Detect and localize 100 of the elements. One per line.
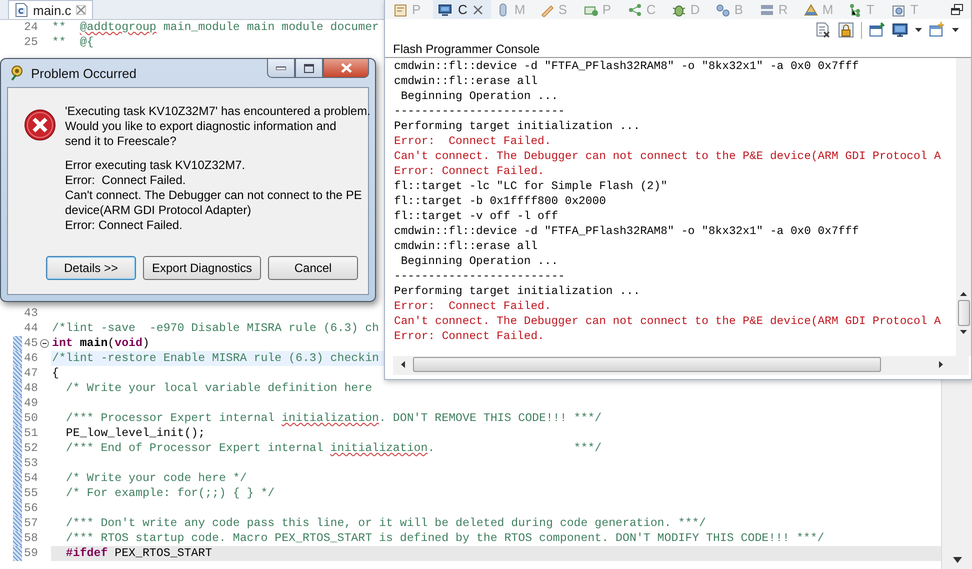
console-line: cmdwin::fl::device -d "FTFA_PFlash32RAM8" -o "8kx32x1" -a 0x0 0x7fff xyxy=(394,60,860,75)
editor-tab[interactable]: main.c xyxy=(8,0,94,19)
scrollbar-thumb[interactable] xyxy=(413,357,881,372)
line-number: 45 xyxy=(24,336,39,351)
console-line: ------------------------- xyxy=(394,270,566,285)
error-line: Error: Connect Failed. xyxy=(394,330,546,345)
view-icon xyxy=(394,2,408,16)
line-number: 56 xyxy=(24,501,39,516)
code-line: int main(void) xyxy=(51,336,150,351)
code-line: /*** Don't write any code pass this line, or it will be deleted during code generation. ***/ xyxy=(64,516,706,531)
scrollbar-thumb[interactable] xyxy=(958,300,970,326)
line-number: 55 xyxy=(24,486,39,501)
down-arrow-icon[interactable] xyxy=(960,330,967,334)
console-line: Beginning Operation ... xyxy=(400,90,560,105)
view-tab[interactable]: T xyxy=(843,0,888,19)
close-icon[interactable] xyxy=(76,5,86,15)
minimize-button[interactable] xyxy=(267,59,295,78)
error-line: Error: Connect Failed. xyxy=(394,300,552,315)
line-number: 49 xyxy=(24,396,39,411)
view-icon xyxy=(716,2,730,16)
close-icon xyxy=(340,63,352,73)
view-tab[interactable]: C xyxy=(433,0,492,19)
code-line: /*** RTOS startup code. Macro PEX_RTOS_START is defined by the RTOS component. DON'T MODIFY THIS CODE!!! ***/ xyxy=(64,531,824,546)
down-arrow-icon[interactable] xyxy=(952,557,962,563)
collapse-icon[interactable] xyxy=(40,339,49,348)
code-line: /*** End of Processor Expert internal initialization. ***/ xyxy=(64,441,602,456)
error-line: Can't connect. The Debugger can not connect to the P&E device(ARM GDI Protocol A xyxy=(394,150,942,165)
console-line: Performing target initialization ... xyxy=(394,285,642,300)
app-icon xyxy=(9,65,25,81)
line-number: 47 xyxy=(24,366,39,381)
close-button[interactable] xyxy=(323,59,369,78)
code-line: ** @addtogroup main_module main module documer xyxy=(51,20,380,35)
line-number: 54 xyxy=(24,471,39,486)
console-line: fl::target -b 0x1ffff800 0x2000 xyxy=(394,195,607,210)
error-details: Error executing task KV10Z32M7. Error: Connect Failed. Can't connect. The Debugger can not connect to the PE device(ARM GDI Protocol Adapter) Error: Connect Failed. xyxy=(65,158,363,233)
view-icon xyxy=(438,2,452,16)
minimize-icon xyxy=(276,66,286,70)
caret-icon[interactable] xyxy=(952,28,959,32)
view-tab[interactable]: B xyxy=(711,0,756,19)
error-icon xyxy=(24,109,56,141)
code-line: /* Write your code here */ xyxy=(64,471,247,486)
dialog-button[interactable]: Cancel xyxy=(268,256,358,280)
dialog-title: Problem Occurred xyxy=(31,66,136,80)
error-line: Error: Connect Failed. xyxy=(394,165,546,180)
code-line: { xyxy=(51,366,59,381)
lock-icon[interactable] xyxy=(838,22,854,38)
new-window-icon[interactable] xyxy=(929,22,945,38)
dialog-button[interactable]: Export Diagnostics xyxy=(143,256,262,280)
view-icon xyxy=(848,2,862,16)
view-icon xyxy=(892,2,906,16)
vertical-scrollbar[interactable] xyxy=(956,58,971,356)
dialog-button[interactable]: Details >> xyxy=(46,256,136,280)
line-number: 43 xyxy=(24,306,39,321)
view-icon xyxy=(540,2,554,16)
view-tab[interactable]: C xyxy=(623,0,668,19)
code-line: ** @{ xyxy=(51,35,94,50)
console-line: Performing target initialization ... xyxy=(394,120,642,135)
left-arrow-icon[interactable] xyxy=(401,361,405,368)
view-icon xyxy=(804,2,818,16)
maximize-icon xyxy=(304,64,314,72)
line-number: 46 xyxy=(24,351,39,366)
clear-document-icon[interactable] xyxy=(815,22,831,38)
view-icon xyxy=(628,2,642,16)
close-icon[interactable] xyxy=(473,4,484,14)
monitor-icon[interactable] xyxy=(892,22,908,38)
right-arrow-icon[interactable] xyxy=(939,361,943,368)
horizontal-scrollbar[interactable] xyxy=(393,356,969,375)
vertical-scrollbar[interactable] xyxy=(941,380,972,569)
line-number: 51 xyxy=(24,426,39,441)
view-tab[interactable]: R xyxy=(755,0,800,19)
view-tab[interactable]: S xyxy=(535,0,580,19)
console-line: fl::target -v off -l off xyxy=(394,210,560,225)
view-tab[interactable]: M xyxy=(799,0,844,19)
error-line: Error: Connect Failed. xyxy=(394,135,552,150)
console-line: cmdwin::fl::erase all xyxy=(394,240,539,255)
code-line: /* For example: for(;;) { } */ xyxy=(64,486,275,501)
line-number: 25 xyxy=(24,35,39,50)
c-file-icon xyxy=(15,3,28,17)
view-tab[interactable]: T xyxy=(887,0,932,19)
line-number: 44 xyxy=(24,321,39,336)
view-tab[interactable]: D xyxy=(667,0,712,19)
view-tab[interactable]: P xyxy=(389,0,433,19)
pin-icon[interactable] xyxy=(869,22,885,38)
view-tab[interactable]: P xyxy=(579,0,624,19)
line-number: 59 xyxy=(24,546,39,561)
line-number: 58 xyxy=(24,531,39,546)
restore-icon[interactable] xyxy=(951,4,963,15)
maximize-button[interactable] xyxy=(295,59,323,78)
line-number: 50 xyxy=(24,411,39,426)
line-number: 24 xyxy=(24,20,39,35)
error-line: Can't connect. The Debugger can not connect to the P&E device(ARM GDI Protocol A xyxy=(394,315,942,330)
caret-icon[interactable] xyxy=(915,28,922,32)
console-line: cmdwin::fl::device -d "FTFA_PFlash32RAM8" -o "8kx32x1" -a 0x0 0x7fff xyxy=(394,225,860,240)
console-line: fl::target -lc "LC for Simple Flash (2)" xyxy=(394,180,668,195)
view-tab[interactable]: M xyxy=(491,0,536,19)
up-arrow-icon[interactable] xyxy=(960,292,967,296)
code-line: /*lint -save -e970 Disable MISRA rule (6.3) ch xyxy=(51,321,379,336)
console-title: Flash Programmer Console xyxy=(385,41,971,58)
code-line: /* Write your local variable definition here xyxy=(64,381,372,396)
line-number: 53 xyxy=(24,456,39,471)
